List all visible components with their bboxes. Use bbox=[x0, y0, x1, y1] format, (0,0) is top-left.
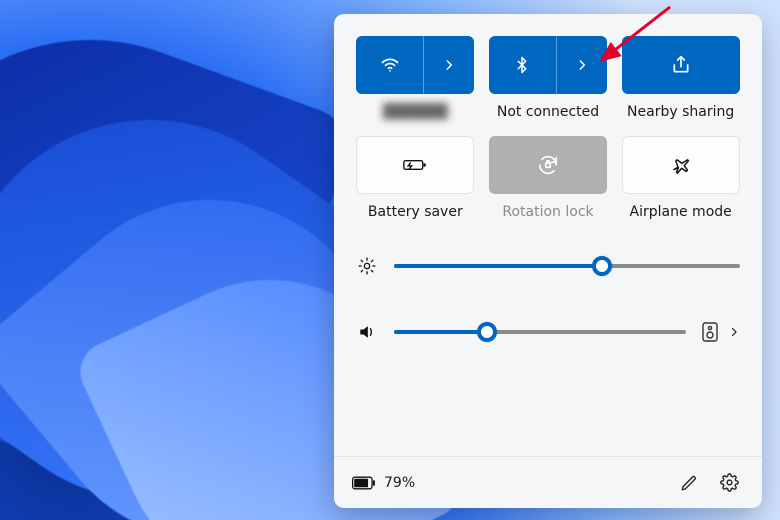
chevron-right-icon[interactable] bbox=[728, 326, 740, 338]
wifi-label: ██████ bbox=[383, 104, 448, 122]
volume-slider[interactable] bbox=[394, 330, 686, 334]
nearby-sharing-label: Nearby sharing bbox=[627, 104, 734, 122]
pencil-icon bbox=[680, 474, 698, 492]
edit-button[interactable] bbox=[674, 468, 704, 498]
brightness-slider[interactable] bbox=[394, 264, 740, 268]
quick-tiles-grid: ██████ Not conn bbox=[356, 36, 740, 222]
volume-fill bbox=[394, 330, 487, 334]
brightness-fill bbox=[394, 264, 602, 268]
bluetooth-tile[interactable] bbox=[489, 36, 607, 94]
volume-row bbox=[356, 322, 740, 342]
audio-output-icon[interactable] bbox=[702, 322, 718, 342]
wifi-icon bbox=[380, 55, 400, 75]
nearby-sharing-tile[interactable] bbox=[622, 36, 740, 94]
gear-icon bbox=[720, 473, 739, 492]
wifi-toggle[interactable] bbox=[356, 36, 423, 94]
panel-footer: 79% bbox=[334, 456, 762, 508]
airplane-mode-label: Airplane mode bbox=[630, 204, 732, 222]
airplane-mode-tile[interactable] bbox=[622, 136, 740, 194]
share-icon bbox=[671, 55, 691, 75]
bluetooth-icon bbox=[513, 56, 531, 74]
volume-thumb[interactable] bbox=[477, 322, 497, 342]
volume-icon bbox=[356, 322, 378, 342]
battery-saver-tile[interactable] bbox=[356, 136, 474, 194]
brightness-thumb[interactable] bbox=[592, 256, 612, 276]
battery-icon bbox=[352, 476, 376, 490]
rotation-lock-label: Rotation lock bbox=[502, 204, 593, 222]
settings-button[interactable] bbox=[714, 468, 744, 498]
battery-saver-label: Battery saver bbox=[368, 204, 463, 222]
airplane-icon bbox=[670, 154, 692, 176]
chevron-right-icon bbox=[442, 58, 456, 72]
bluetooth-expand[interactable] bbox=[557, 36, 607, 94]
brightness-icon bbox=[356, 256, 378, 276]
wifi-tile[interactable] bbox=[356, 36, 474, 94]
battery-saver-icon bbox=[403, 156, 427, 174]
brightness-row bbox=[356, 256, 740, 276]
bluetooth-label: Not connected bbox=[497, 104, 599, 122]
chevron-right-icon bbox=[575, 58, 589, 72]
rotation-lock-tile bbox=[489, 136, 607, 194]
battery-percent: 79% bbox=[384, 475, 415, 491]
battery-status[interactable]: 79% bbox=[352, 475, 415, 491]
bluetooth-toggle[interactable] bbox=[489, 36, 556, 94]
rotation-lock-icon bbox=[537, 154, 559, 176]
quick-settings-panel: ██████ Not conn bbox=[334, 14, 762, 508]
wifi-expand[interactable] bbox=[424, 36, 474, 94]
